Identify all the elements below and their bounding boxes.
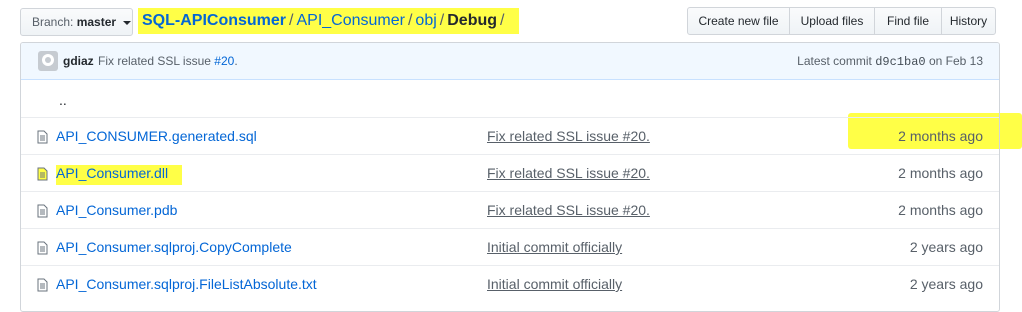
file-link[interactable]: API_CONSUMER.generated.sql <box>56 128 257 144</box>
history-button[interactable]: History <box>941 7 996 35</box>
file-actions-group: Create new file Upload files Find file H… <box>687 7 996 35</box>
file-link[interactable]: API_Consumer.dll <box>56 165 183 185</box>
file-link[interactable]: API_Consumer.sqlproj.CopyComplete <box>56 239 292 255</box>
table-row: API_Consumer.pdb Fix related SSL issue #… <box>21 191 999 228</box>
file-table: gdiaz Fix related SSL issue #20. Latest … <box>20 42 1000 312</box>
upload-files-button[interactable]: Upload files <box>789 7 875 35</box>
breadcrumb: SQL-APIConsumer / API_Consumer / obj / Debug / <box>138 8 520 34</box>
file-icon <box>37 204 48 218</box>
commit-sha-link[interactable]: d9c1ba0 <box>875 55 925 69</box>
up-directory-link[interactable]: .. <box>59 92 67 108</box>
avatar[interactable] <box>38 51 58 71</box>
caret-down-icon <box>123 20 132 25</box>
table-row: API_Consumer.sqlproj.FileListAbsolute.tx… <box>21 265 999 302</box>
commit-author[interactable]: gdiaz <box>63 54 94 68</box>
commit-message-end: . <box>234 54 238 68</box>
file-navigation: Branch: master SQL-APIConsumer / API_Consu… <box>0 0 1022 42</box>
file-link[interactable]: API_Consumer.pdb <box>56 202 177 218</box>
file-age: 2 years ago <box>909 239 983 255</box>
commit-message-link[interactable]: Fix related SSL issue #20. <box>487 165 650 181</box>
breadcrumb-separator: / <box>407 12 413 29</box>
table-row: API_CONSUMER.generated.sql Fix related S… <box>21 117 999 154</box>
table-row: API_Consumer.dll Fix related SSL issue #… <box>21 154 999 191</box>
issue-link[interactable]: #20 <box>214 54 234 68</box>
find-file-button[interactable]: Find file <box>874 7 942 35</box>
breadcrumb-separator: / <box>500 12 505 29</box>
breadcrumb-path-link[interactable]: API_Consumer <box>296 12 405 29</box>
file-icon <box>37 278 48 292</box>
breadcrumb-separator: / <box>289 12 294 29</box>
breadcrumb-repo-link[interactable]: SQL-APIConsumer <box>142 12 286 29</box>
commit-message-link[interactable]: Initial commit officially <box>487 239 622 255</box>
file-link[interactable]: API_Consumer.sqlproj.FileListAbsolute.tx… <box>56 276 317 292</box>
file-icon <box>37 241 48 255</box>
commit-message-text[interactable]: Fix related SSL issue <box>98 54 211 68</box>
commit-message-link[interactable]: Fix related SSL issue #20. <box>487 128 650 144</box>
branch-label: Branch: <box>32 15 74 29</box>
file-age: 2 years ago <box>909 276 983 292</box>
commit-date: on Feb 13 <box>928 54 983 68</box>
commit-tease: gdiaz Fix related SSL issue #20. Latest … <box>21 43 999 80</box>
breadcrumb-path-link[interactable]: obj <box>415 12 436 29</box>
breadcrumb-current: Debug <box>447 12 498 29</box>
latest-commit-info: Latest commit d9c1ba0 on Feb 13 <box>797 54 983 69</box>
commit-message-link[interactable]: Fix related SSL issue #20. <box>487 202 650 218</box>
commit-message-link[interactable]: Initial commit officially <box>487 276 622 292</box>
table-row: API_Consumer.sqlproj.CopyComplete Initia… <box>21 228 999 265</box>
branch-select-button[interactable]: Branch: master <box>20 8 133 36</box>
file-age: 2 months ago <box>898 202 983 218</box>
file-age: 2 months ago <box>898 165 983 181</box>
latest-commit-label: Latest commit <box>797 54 872 68</box>
file-age: 2 months ago <box>898 128 983 144</box>
user-icon <box>42 54 54 66</box>
up-directory-row[interactable]: .. <box>21 80 999 117</box>
create-new-file-button[interactable]: Create new file <box>687 7 790 35</box>
file-icon <box>37 130 48 144</box>
commit-message: Fix related SSL issue #20. <box>98 54 238 68</box>
breadcrumb-separator: / <box>439 12 445 29</box>
branch-name: master <box>76 15 117 29</box>
file-icon <box>37 167 48 181</box>
